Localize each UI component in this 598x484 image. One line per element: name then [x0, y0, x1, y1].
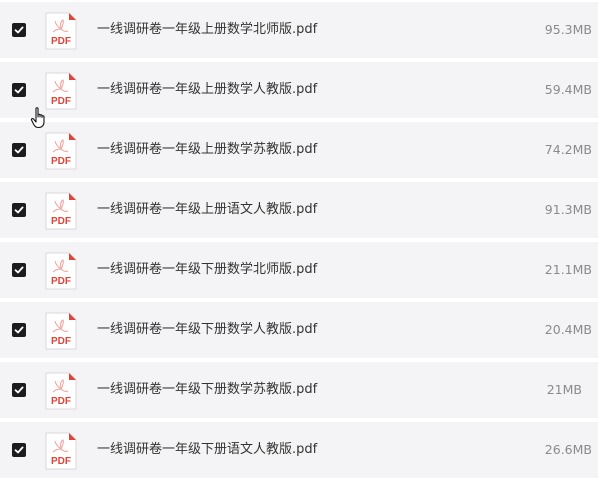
file-size: 21MB — [546, 382, 582, 397]
pdf-label: PDF — [51, 216, 71, 227]
checkbox-checked[interactable] — [12, 83, 26, 97]
checkbox-checked[interactable] — [12, 23, 26, 37]
pdf-label: PDF — [51, 96, 71, 107]
checkmark-icon — [14, 146, 24, 154]
file-row[interactable]: PDF 一线调研卷一年级上册数学北师版.pdf 95.3MB — [0, 2, 598, 58]
file-size: 74.2MB — [544, 142, 592, 157]
pdf-label: PDF — [51, 456, 71, 467]
pdf-file-icon: PDF — [45, 12, 77, 50]
pdf-file-icon: PDF — [45, 192, 77, 230]
pdf-file-icon: PDF — [45, 252, 77, 290]
file-size: 21.1MB — [544, 262, 592, 277]
file-row[interactable]: PDF 一线调研卷一年级下册数学苏教版.pdf 21MB — [0, 362, 598, 418]
file-row[interactable]: PDF 一线调研卷一年级下册数学北师版.pdf 21.1MB — [0, 242, 598, 298]
file-name[interactable]: 一线调研卷一年级下册数学苏教版.pdf — [97, 362, 317, 418]
file-size: 91.3MB — [544, 202, 592, 217]
checkmark-icon — [14, 326, 24, 334]
hand-pointer-icon — [30, 107, 45, 129]
pdf-file-icon: PDF — [45, 372, 77, 410]
checkbox-checked[interactable] — [12, 203, 26, 217]
pdf-label: PDF — [51, 276, 71, 287]
pdf-label: PDF — [51, 36, 71, 47]
file-name[interactable]: 一线调研卷一年级上册语文人教版.pdf — [97, 182, 317, 238]
pdf-file-icon: PDF — [45, 432, 77, 470]
file-size: 59.4MB — [544, 82, 592, 97]
checkmark-icon — [14, 266, 24, 274]
file-size: 26.6MB — [544, 442, 592, 457]
file-name[interactable]: 一线调研卷一年级上册数学人教版.pdf — [97, 62, 317, 118]
file-size: 20.4MB — [544, 322, 592, 337]
pdf-label: PDF — [51, 396, 71, 407]
file-size: 95.3MB — [544, 22, 592, 37]
checkbox-checked[interactable] — [12, 323, 26, 337]
pdf-file-icon: PDF — [45, 132, 77, 170]
checkbox-checked[interactable] — [12, 263, 26, 277]
file-name[interactable]: 一线调研卷一年级下册语文人教版.pdf — [97, 422, 317, 478]
checkmark-icon — [14, 26, 24, 34]
file-row[interactable]: PDF 一线调研卷一年级上册数学人教版.pdf 59.4MB — [0, 62, 598, 118]
checkbox-checked[interactable] — [12, 143, 26, 157]
file-name[interactable]: 一线调研卷一年级下册数学人教版.pdf — [97, 302, 317, 358]
pdf-label: PDF — [51, 336, 71, 347]
file-name[interactable]: 一线调研卷一年级上册数学北师版.pdf — [97, 2, 317, 58]
file-row[interactable]: PDF 一线调研卷一年级下册语文人教版.pdf 26.6MB — [0, 422, 598, 478]
file-list: PDF 一线调研卷一年级上册数学北师版.pdf 95.3MB PDF 一线调研卷… — [0, 0, 598, 484]
file-row[interactable]: PDF 一线调研卷一年级上册语文人教版.pdf 91.3MB — [0, 182, 598, 238]
checkmark-icon — [14, 206, 24, 214]
pdf-label: PDF — [51, 156, 71, 167]
file-name[interactable]: 一线调研卷一年级下册数学北师版.pdf — [97, 242, 317, 298]
file-row[interactable]: PDF 一线调研卷一年级上册数学苏教版.pdf 74.2MB — [0, 122, 598, 178]
checkmark-icon — [14, 386, 24, 394]
checkmark-icon — [14, 446, 24, 454]
checkmark-icon — [14, 86, 24, 94]
pdf-file-icon: PDF — [45, 312, 77, 350]
checkbox-checked[interactable] — [12, 383, 26, 397]
file-row[interactable]: PDF 一线调研卷一年级下册数学人教版.pdf 20.4MB — [0, 302, 598, 358]
checkbox-checked[interactable] — [12, 443, 26, 457]
file-name[interactable]: 一线调研卷一年级上册数学苏教版.pdf — [97, 122, 317, 178]
pdf-file-icon: PDF — [45, 72, 77, 110]
